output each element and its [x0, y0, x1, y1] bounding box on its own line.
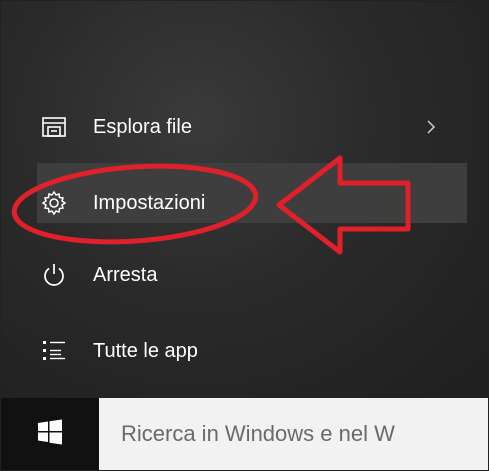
menu-item-label: Arresta: [93, 263, 158, 286]
start-button[interactable]: [1, 398, 99, 470]
menu-item-file-explorer[interactable]: Esplora file: [1, 97, 471, 157]
menu-item-label: Esplora file: [93, 115, 192, 138]
menu-item-settings-content[interactable]: Impostazioni: [1, 173, 471, 233]
menu-item-all-apps[interactable]: Tutte le app: [1, 321, 471, 381]
all-apps-list-icon: [39, 336, 69, 366]
taskbar: Ricerca in Windows e nel W: [1, 398, 488, 470]
start-menu: Esplora file Impostazioni Arresta Tutte …: [1, 1, 488, 398]
settings-gear-icon: [39, 188, 69, 218]
search-placeholder: Ricerca in Windows e nel W: [121, 421, 395, 446]
search-box[interactable]: Ricerca in Windows e nel W: [99, 398, 488, 470]
windows-logo-icon: [37, 419, 63, 450]
file-explorer-icon: [39, 112, 69, 142]
menu-item-shutdown[interactable]: Arresta: [1, 245, 471, 305]
screenshot-frame: Esplora file Impostazioni Arresta Tutte …: [0, 0, 489, 471]
chevron-right-icon[interactable]: [424, 117, 438, 137]
menu-item-label: Tutte le app: [93, 339, 198, 362]
menu-item-label: Impostazioni: [93, 191, 206, 214]
power-icon: [39, 260, 69, 290]
